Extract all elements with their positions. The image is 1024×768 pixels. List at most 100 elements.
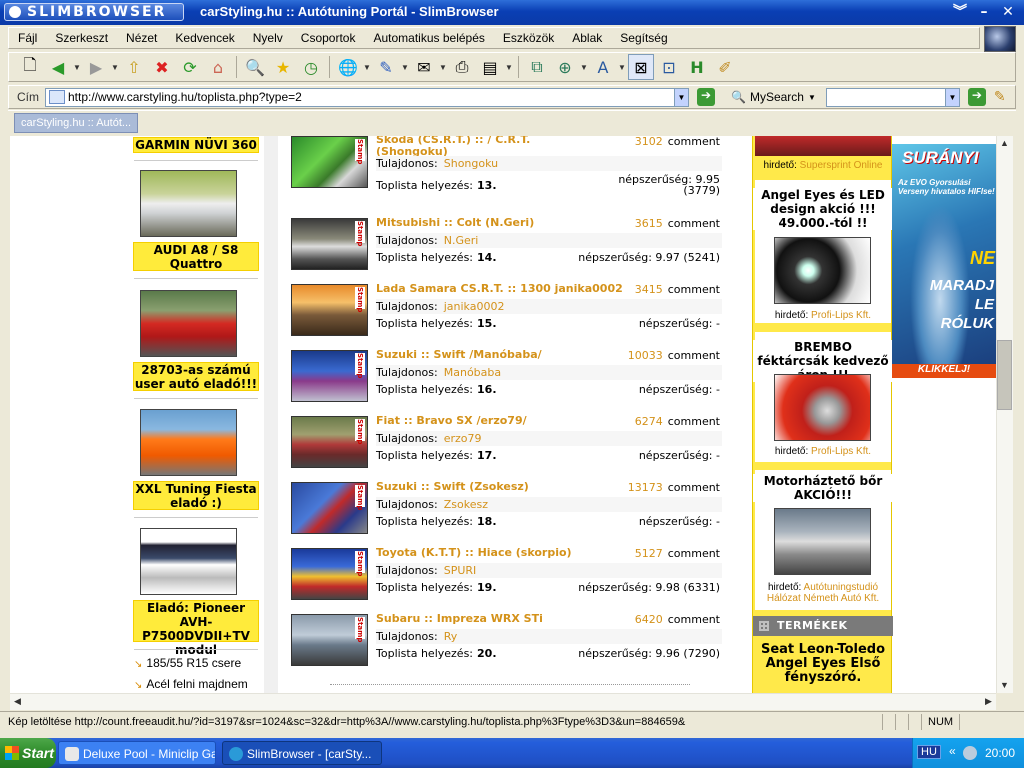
highlight-icon[interactable]: ✎ xyxy=(994,89,1006,105)
advertiser-link[interactable]: Supersprint Online xyxy=(800,160,883,171)
up-folder-icon[interactable]: ⇧ xyxy=(121,54,147,80)
menu-view[interactable]: Nézet xyxy=(117,28,166,48)
owner-link[interactable]: Shongoku xyxy=(444,157,498,170)
mysearch-menu[interactable]: 🔍 MySearch ▼ xyxy=(731,90,816,104)
menu-file[interactable]: Fájl xyxy=(9,28,46,48)
edit-dropdown-icon[interactable]: ▼ xyxy=(401,63,409,72)
volume-icon[interactable] xyxy=(963,746,977,760)
comment-count[interactable]: 6274 comment xyxy=(635,415,720,428)
brembo-image[interactable] xyxy=(774,374,871,441)
entry-title[interactable]: Skoda (CS.R.T.) :: / C.R.T. (Shongoku) xyxy=(376,136,546,158)
form-dropdown-icon[interactable]: ▼ xyxy=(505,63,513,72)
car-thumbnail[interactable]: Stamp xyxy=(291,416,368,468)
advertiser-link[interactable]: Profi-Lips Kft. xyxy=(811,446,871,457)
left-caption-garmin[interactable]: GARMIN NÜVI 360 xyxy=(133,137,259,153)
ad-title[interactable]: Angel Eyes és LED design akció !!! 49.00… xyxy=(753,188,893,230)
pioneer-image[interactable] xyxy=(140,528,237,595)
print-icon[interactable]: ⎙ xyxy=(449,54,475,80)
owner-link[interactable]: Ry xyxy=(444,630,458,643)
forward-dropdown-icon[interactable]: ▼ xyxy=(111,63,119,72)
owner-link[interactable]: Zsokesz xyxy=(444,498,488,511)
mail-dropdown-icon[interactable]: ▼ xyxy=(439,63,447,72)
menu-tools[interactable]: Eszközök xyxy=(494,28,563,48)
entry-title[interactable]: Subaru :: Impreza WRX STi xyxy=(376,612,543,625)
banner-cta[interactable]: KLIKKELJ! xyxy=(892,364,996,378)
entry-title[interactable]: Toyota (K.T.T) :: Hiace (skorpio) xyxy=(376,546,572,559)
refresh-icon[interactable]: ⟳ xyxy=(177,54,203,80)
comment-count[interactable]: 3615 comment xyxy=(635,217,720,230)
car-thumbnail[interactable]: Stamp xyxy=(291,548,368,600)
vertical-scrollbar[interactable]: ▲ ▼ xyxy=(996,136,1013,693)
start-button[interactable]: Start xyxy=(0,738,56,768)
scroll-up-icon[interactable]: ▲ xyxy=(997,136,1012,151)
left-caption-audi[interactable]: AUDI A8 / S8 Quattro xyxy=(133,242,259,271)
supersprint-banner[interactable] xyxy=(755,136,891,156)
history-icon[interactable]: ◷ xyxy=(298,54,324,80)
clock[interactable]: 20:00 xyxy=(985,746,1015,760)
url-text[interactable]: http://www.carstyling.hu/toplista.php?ty… xyxy=(68,90,302,104)
menu-language[interactable]: Nyelv xyxy=(244,28,292,48)
menu-window[interactable]: Ablak xyxy=(563,28,611,48)
taskbar-item-deluxe-pool[interactable]: Deluxe Pool - Miniclip Ga... xyxy=(58,741,216,765)
scroll-down-icon[interactable]: ▼ xyxy=(997,678,1012,693)
car-thumbnail[interactable]: Stamp xyxy=(291,284,368,336)
bonnet-image[interactable] xyxy=(774,508,871,575)
user-car-image[interactable] xyxy=(140,290,237,357)
search-input[interactable]: ▼ xyxy=(825,87,960,107)
car-thumbnail[interactable]: Stamp xyxy=(291,218,368,270)
comment-count[interactable]: 6420 comment xyxy=(635,613,720,626)
product-title[interactable]: Seat Leon-Toledo Angel Eyes Első fényszó… xyxy=(753,643,893,685)
advertiser-link[interactable]: Profi-Lips Kft. xyxy=(811,310,871,321)
show-hidden-icons[interactable]: « xyxy=(949,744,956,758)
tab-carstyling[interactable]: carStyling.hu :: Autót... xyxy=(14,113,138,133)
url-field[interactable]: http://www.carstyling.hu/toplista.php?ty… xyxy=(45,87,689,107)
html-source-icon[interactable]: H xyxy=(684,54,710,80)
suranyi-banner[interactable]: SURÁNYI Az EVO Gyorsulási Verseny hivata… xyxy=(892,144,996,376)
left-link-tyres[interactable]: 185/55 R15 csere xyxy=(134,656,241,670)
comment-count[interactable]: 13173 comment xyxy=(628,481,720,494)
entry-title[interactable]: Mitsubishi :: Colt (N.Geri) xyxy=(376,216,534,229)
minimize-button[interactable]: – xyxy=(974,3,994,21)
ad-title[interactable]: Motorháztető bőr AKCIÓ!!! xyxy=(753,474,893,502)
owner-link[interactable]: SPURI xyxy=(444,564,477,577)
go-button[interactable]: ➔ xyxy=(697,88,715,106)
angel-eyes-image[interactable] xyxy=(774,237,871,304)
audi-a8-image[interactable] xyxy=(140,170,237,237)
taskbar-item-slimbrowser[interactable]: SlimBrowser - [carSty... xyxy=(222,741,382,765)
entry-title[interactable]: Suzuki :: Swift /Manóbaba/ xyxy=(376,348,542,361)
stop-icon[interactable]: ✖ xyxy=(149,54,175,80)
close-button[interactable]: ✕ xyxy=(998,3,1018,21)
menu-groups[interactable]: Csoportok xyxy=(292,28,365,48)
entry-title[interactable]: Suzuki :: Swift (Zsokesz) xyxy=(376,480,529,493)
menu-favorites[interactable]: Kedvencek xyxy=(166,28,243,48)
left-caption-fiesta[interactable]: XXL Tuning Fiesta eladó :) xyxy=(133,481,259,510)
car-thumbnail[interactable]: Stamp xyxy=(291,614,368,666)
menu-autologin[interactable]: Automatikus belépés xyxy=(364,28,493,48)
fiesta-image[interactable] xyxy=(140,409,237,476)
new-window-icon[interactable]: 🗋 xyxy=(17,54,43,80)
left-caption-pioneer[interactable]: Eladó: Pioneer AVH-P7500DVDII+TV modul xyxy=(133,600,259,657)
form-filler-icon[interactable]: ▤ xyxy=(477,54,503,80)
globe-dropdown-icon[interactable]: ▼ xyxy=(363,63,371,72)
car-thumbnail[interactable]: Stamp xyxy=(291,482,368,534)
horizontal-scrollbar[interactable]: ◀ ▶ xyxy=(10,693,996,710)
mail-icon[interactable]: ✉ xyxy=(411,54,437,80)
car-thumbnail[interactable]: Stamp xyxy=(291,350,368,402)
entry-title[interactable]: Fiat :: Bravo SX /erzo79/ xyxy=(376,414,527,427)
entry-title[interactable]: Lada Samara CS.R.T. :: 1300 janika0002 xyxy=(376,282,623,295)
refresh-page-icon[interactable]: ⊡ xyxy=(656,54,682,80)
scroll-thumb[interactable] xyxy=(997,340,1012,410)
owner-link[interactable]: N.Geri xyxy=(444,234,479,247)
comment-count[interactable]: 5127 comment xyxy=(635,547,720,560)
search-go-button[interactable]: ➔ xyxy=(967,88,986,106)
collapse-icon[interactable]: ︾ xyxy=(950,3,970,21)
scroll-left-icon[interactable]: ◀ xyxy=(10,694,25,709)
left-caption-user-car[interactable]: 28703-as számú user autó eladó!!! xyxy=(133,362,259,391)
popup-killer-icon[interactable]: ⊠ xyxy=(628,54,654,80)
home-icon[interactable]: ⌂ xyxy=(205,54,231,80)
menu-help[interactable]: Segítség xyxy=(611,28,676,48)
font-size-icon[interactable]: A xyxy=(590,54,616,80)
edit-icon[interactable]: ✎ xyxy=(373,54,399,80)
internet-globe-icon[interactable]: 🌐 xyxy=(335,54,361,80)
owner-link[interactable]: erzo79 xyxy=(444,432,482,445)
